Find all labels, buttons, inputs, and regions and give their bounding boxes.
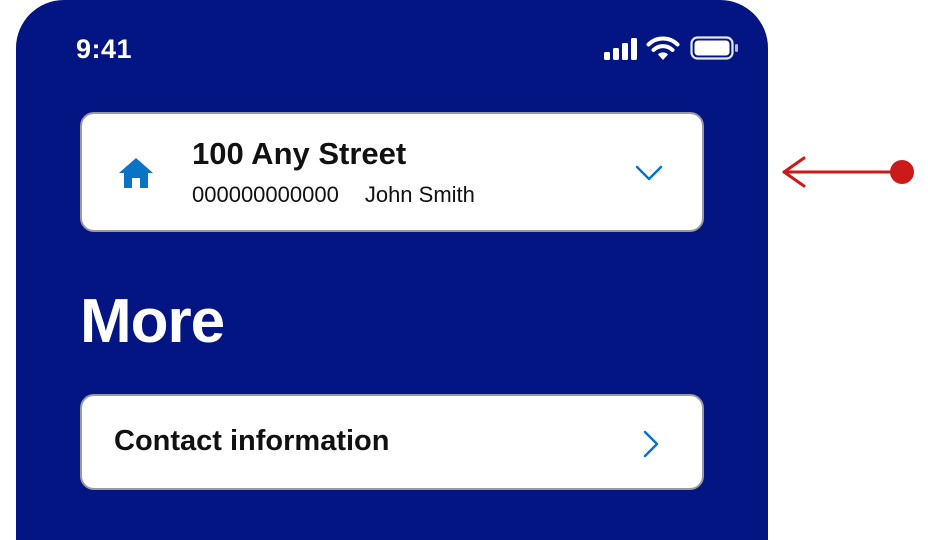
account-address: 100 Any Street <box>192 136 407 171</box>
wifi-icon <box>646 36 680 60</box>
battery-icon <box>690 36 738 60</box>
chevron-right-icon <box>643 430 659 458</box>
account-meta: 000000000000 John Smith <box>192 182 475 208</box>
annotation-arrow <box>782 156 914 188</box>
account-selector[interactable]: 100 Any Street 000000000000 John Smith <box>80 112 704 232</box>
phone-screen: 9:41 100 Any Street 000000000000 John Sm… <box>16 0 768 540</box>
status-icons <box>604 36 740 62</box>
signal-icon <box>604 38 637 60</box>
status-time: 9:41 <box>76 34 133 64</box>
menu-item-label: Contact information <box>114 425 390 457</box>
home-icon <box>119 158 153 188</box>
chevron-down-icon[interactable] <box>635 164 663 182</box>
customer-name: John Smith <box>364 182 475 207</box>
status-bar: 9:41 <box>16 0 768 100</box>
page-title: More <box>80 287 225 356</box>
account-number: 000000000000 <box>192 182 339 207</box>
menu-item-contact-information[interactable]: Contact information <box>80 394 704 490</box>
